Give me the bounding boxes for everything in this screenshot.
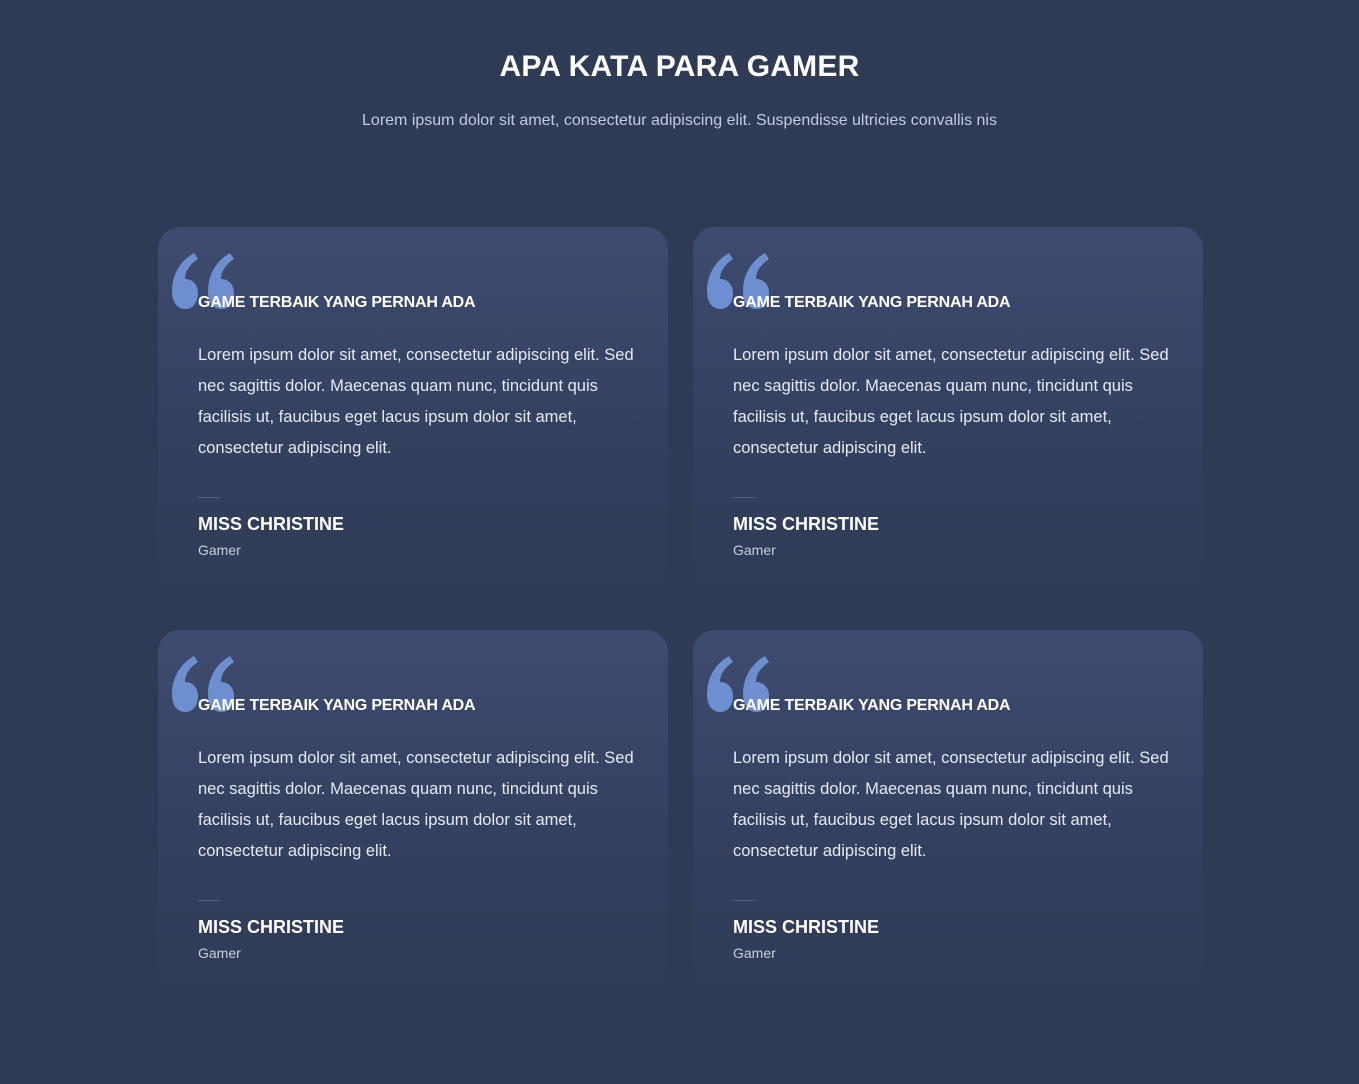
testimonial-title: GAME TERBAIK YANG PERNAH ADA [198,294,476,311]
divider [733,900,755,901]
testimonial-title: GAME TERBAIK YANG PERNAH ADA [733,697,1011,714]
author-role: Gamer [733,945,776,961]
testimonial-text: Lorem ipsum dolor sit amet, consectetur … [733,346,1169,457]
testimonial-text: Lorem ipsum dolor sit amet, consectetur … [198,749,634,860]
testimonial-text: Lorem ipsum dolor sit amet, consectetur … [733,749,1169,860]
divider [198,900,220,901]
author-name: MISS CHRISTINE [198,917,345,937]
testimonial-card: GAME TERBAIK YANG PERNAH ADA Lorem ipsum… [158,227,668,602]
testimonial-card: GAME TERBAIK YANG PERNAH ADA Lorem ipsum… [693,630,1203,1005]
section-title: APA KATA PARA GAMER [499,50,860,83]
testimonial-card: GAME TERBAIK YANG PERNAH ADA Lorem ipsum… [693,227,1203,602]
divider [733,497,755,498]
testimonial-card: GAME TERBAIK YANG PERNAH ADA Lorem ipsum… [158,630,668,1005]
divider [198,497,220,498]
author-role: Gamer [733,542,776,558]
author-role: Gamer [198,945,241,961]
section-subtitle: Lorem ipsum dolor sit amet, consectetur … [362,112,997,129]
testimonial-title: GAME TERBAIK YANG PERNAH ADA [733,294,1011,311]
author-name: MISS CHRISTINE [733,917,880,937]
testimonial-text: Lorem ipsum dolor sit amet, consectetur … [198,346,634,457]
author-name: MISS CHRISTINE [733,514,880,534]
author-name: MISS CHRISTINE [198,514,345,534]
testimonial-title: GAME TERBAIK YANG PERNAH ADA [198,697,476,714]
author-role: Gamer [198,542,241,558]
